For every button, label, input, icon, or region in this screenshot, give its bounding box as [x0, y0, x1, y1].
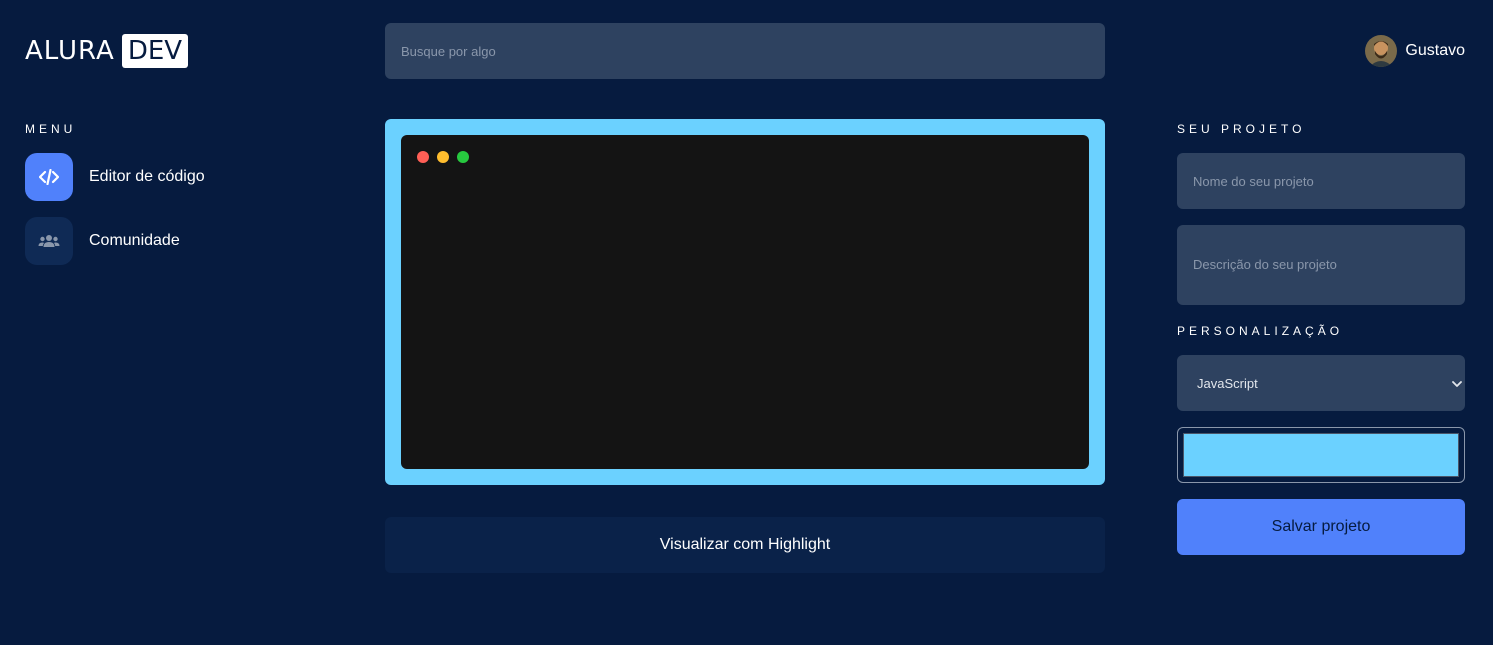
- page: ALURA DEV Gustavo MENU Editor de códig: [0, 0, 1493, 645]
- customization-title: PERSONALIZAÇÃO: [1177, 324, 1344, 338]
- user-name: Gustavo: [1405, 42, 1465, 59]
- sidebar-item-label: Comunidade: [89, 232, 180, 249]
- color-picker[interactable]: [1177, 427, 1465, 483]
- minimize-dot: [437, 151, 449, 163]
- close-dot: [417, 151, 429, 163]
- project-title: SEU PROJETO: [1177, 122, 1306, 136]
- logo[interactable]: ALURA DEV: [25, 34, 189, 68]
- avatar[interactable]: [1365, 35, 1398, 67]
- sidebar-item-label: Editor de código: [89, 168, 205, 185]
- sidebar-item-community[interactable]: Comunidade: [25, 217, 180, 265]
- menu-title: MENU: [25, 122, 77, 136]
- language-select-value: JavaScript: [1197, 375, 1258, 391]
- project-description-input[interactable]: [1177, 225, 1465, 305]
- language-select[interactable]: JavaScript: [1177, 355, 1465, 411]
- search-input[interactable]: [385, 23, 1105, 79]
- maximize-dot: [457, 151, 469, 163]
- users-icon: [25, 217, 73, 265]
- project-name-input[interactable]: [1177, 153, 1465, 209]
- logo-text: ALURA: [25, 36, 115, 66]
- color-swatch: [1183, 433, 1459, 477]
- save-button[interactable]: Salvar projeto: [1177, 499, 1465, 555]
- logo-badge: DEV: [121, 34, 189, 68]
- user-profile[interactable]: Gustavo: [1365, 35, 1465, 67]
- editor-frame: [385, 119, 1105, 485]
- highlight-button[interactable]: Visualizar com Highlight: [385, 517, 1105, 573]
- code-editor[interactable]: [401, 135, 1089, 469]
- sidebar-item-editor[interactable]: Editor de código: [25, 153, 205, 201]
- code-icon: [25, 153, 73, 201]
- chevron-down-icon: [1452, 376, 1462, 391]
